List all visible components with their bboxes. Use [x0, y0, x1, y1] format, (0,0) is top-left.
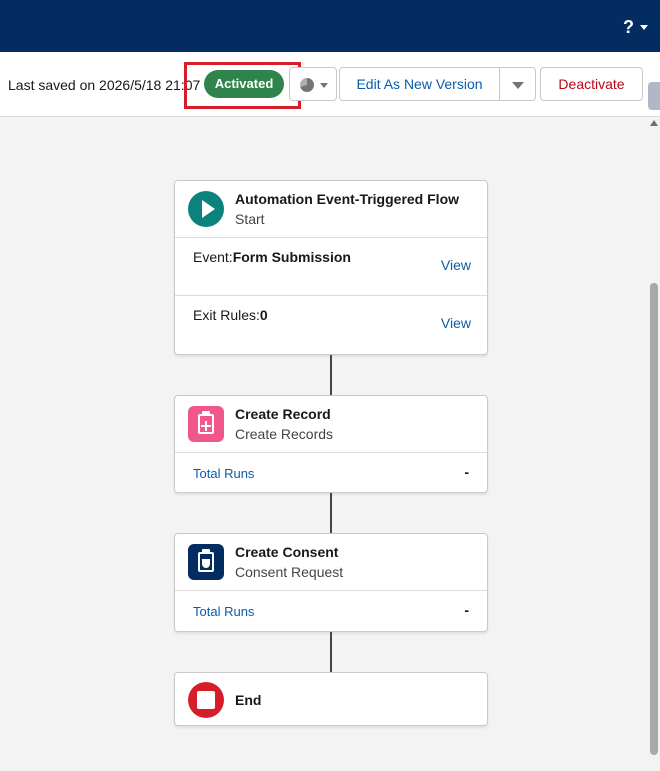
total-runs-value: -: [464, 602, 469, 618]
create-record-title: Create Record: [235, 406, 331, 422]
start-node-card[interactable]: Automation Event-Triggered Flow Start Ev…: [174, 180, 488, 355]
create-record-node-card[interactable]: Create Record Create Records Total Runs …: [174, 395, 488, 493]
run-history-menu-button[interactable]: [289, 67, 337, 101]
end-node-header: End: [175, 673, 487, 727]
global-header: ?: [0, 0, 660, 52]
chevron-down-icon: [320, 83, 328, 88]
start-node-header: Automation Event-Triggered Flow Start: [175, 181, 487, 237]
end-node-title: End: [235, 692, 262, 708]
event-view-link[interactable]: View: [441, 257, 471, 273]
exit-rules-view-link[interactable]: View: [441, 315, 471, 331]
create-consent-node-card[interactable]: Create Consent Consent Request Total Run…: [174, 533, 488, 632]
deactivate-button[interactable]: Deactivate: [540, 67, 643, 101]
help-menu-caret-icon[interactable]: [640, 25, 648, 30]
clipboard-plus-icon: [188, 406, 224, 442]
panel-toggle-tab[interactable]: [648, 82, 660, 110]
flow-connector: [330, 493, 332, 533]
event-row: Event:Form Submission View: [175, 237, 487, 295]
flow-toolbar: Last saved on 2026/5/18 21:07 Activated …: [0, 52, 660, 117]
start-node-title: Automation Event-Triggered Flow: [235, 191, 460, 207]
end-node-card[interactable]: End: [174, 672, 488, 726]
clipboard-shield-icon: [188, 544, 224, 580]
total-runs-value: -: [464, 464, 469, 480]
event-label: Event:Form Submission: [193, 249, 351, 265]
total-runs-row: Total Runs -: [175, 452, 487, 493]
total-runs-link[interactable]: Total Runs: [193, 466, 254, 481]
create-consent-subtitle: Consent Request: [235, 564, 344, 580]
start-node-subtitle: Start: [235, 211, 265, 227]
flow-connector: [330, 355, 332, 395]
create-consent-title: Create Consent: [235, 544, 339, 560]
create-record-subtitle: Create Records: [235, 426, 334, 442]
stop-icon: [188, 682, 224, 718]
scroll-up-arrow-icon[interactable]: [650, 120, 658, 126]
edit-as-new-version-button[interactable]: Edit As New Version: [339, 67, 500, 101]
chevron-down-icon: [512, 82, 524, 89]
scrollbar-thumb[interactable]: [650, 283, 658, 755]
status-highlight-box: [184, 62, 301, 109]
pie-chart-icon: [300, 78, 314, 92]
help-button[interactable]: ?: [623, 17, 634, 38]
flow-connector: [330, 632, 332, 672]
total-runs-row: Total Runs -: [175, 590, 487, 632]
edit-options-dropdown-button[interactable]: [499, 67, 536, 101]
exit-rules-row: Exit Rules:0 View: [175, 295, 487, 354]
create-record-header: Create Record Create Records: [175, 396, 487, 452]
last-saved-text: Last saved on 2026/5/18 21:07: [8, 77, 201, 93]
exit-rules-value: 0: [259, 307, 268, 323]
create-consent-header: Create Consent Consent Request: [175, 534, 487, 590]
exit-rules-label: Exit Rules:0: [193, 307, 268, 323]
total-runs-link[interactable]: Total Runs: [193, 604, 254, 619]
play-icon: [188, 191, 224, 227]
event-value: Form Submission: [232, 249, 351, 265]
